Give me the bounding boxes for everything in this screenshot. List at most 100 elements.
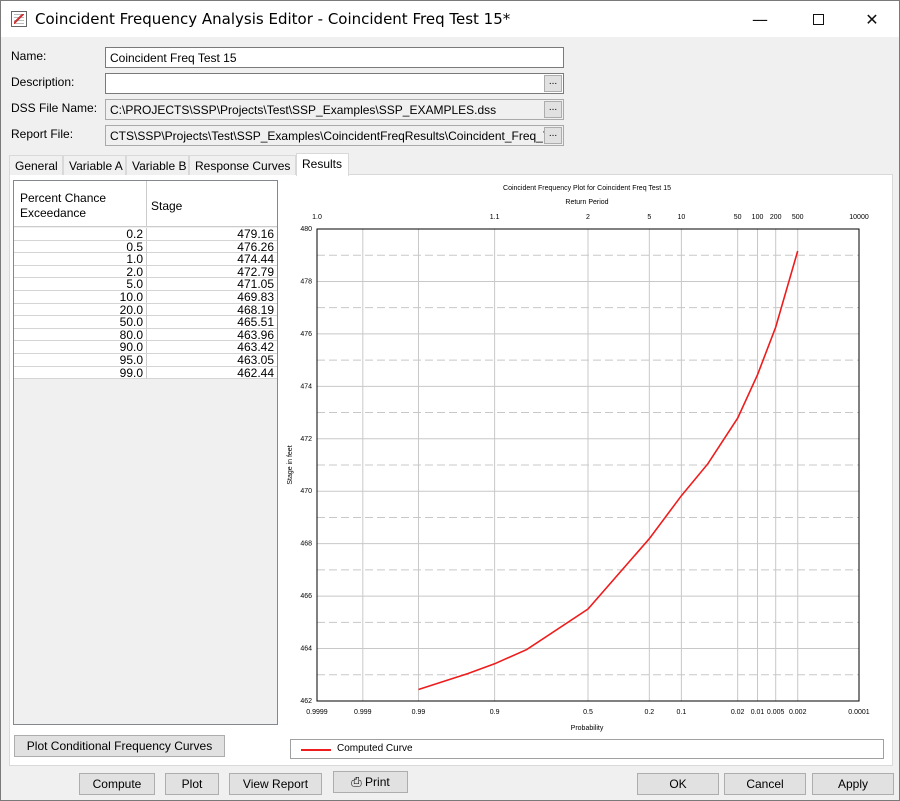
top-tick-label: 50 (734, 214, 742, 221)
view-report-button[interactable]: View Report (229, 773, 322, 795)
name-input[interactable]: Coincident Freq Test 15 (105, 47, 564, 68)
cell-stage[interactable]: 471.05 (147, 278, 277, 290)
x-tick-label: 0.99 (412, 709, 426, 716)
return-period-axis-title: Return Period (565, 199, 608, 206)
x-tick-label: 0.01 (751, 709, 765, 716)
description-input[interactable] (105, 73, 564, 94)
cell-percent-chance[interactable]: 0.5 (14, 240, 147, 253)
top-tick-label: 5 (647, 214, 651, 221)
x-tick-label: 0.2 (644, 709, 654, 716)
results-table[interactable]: Percent Chance Exceedance Stage 0.2 479.1… (13, 180, 278, 725)
cell-percent-chance[interactable]: 1.0 (14, 253, 147, 266)
cell-stage[interactable]: 463.42 (147, 341, 277, 353)
chart-title: Coincident Frequency Plot for Coincident… (503, 185, 671, 192)
table-header: Percent Chance Exceedance Stage (14, 181, 277, 227)
y-tick-label: 476 (300, 331, 312, 338)
top-tick-label: 10 (677, 214, 685, 221)
cell-stage[interactable]: 462.44 (147, 367, 277, 379)
cell-percent-chance[interactable]: 10.0 (14, 291, 147, 303)
report-file-label: Report File: (11, 127, 74, 141)
y-tick-label: 478 (300, 278, 312, 285)
y-tick-label: 464 (300, 646, 312, 653)
cell-stage[interactable]: 474.44 (147, 253, 277, 265)
table-row[interactable]: 95.0 463.05 (14, 354, 277, 367)
x-tick-label: 0.1 (677, 709, 687, 716)
x-axis-title: Probability (571, 725, 604, 732)
x-tick-label: 0.0001 (848, 709, 870, 716)
cell-stage[interactable]: 463.05 (147, 354, 277, 366)
top-tick-label: 1.1 (490, 214, 500, 221)
cell-percent-chance[interactable]: 99.0 (14, 366, 147, 379)
ok-button[interactable]: OK (637, 773, 719, 795)
y-tick-label: 472 (300, 436, 312, 443)
column-header-stage[interactable]: Stage (147, 181, 277, 227)
x-tick-label: 0.999 (354, 709, 372, 716)
cell-percent-chance[interactable]: 5.0 (14, 278, 147, 291)
editor-window: Coincident Frequency Analysis Editor - C… (0, 0, 900, 801)
description-browse-button[interactable]: ... (544, 75, 562, 92)
y-tick-label: 470 (300, 488, 312, 495)
minimize-button[interactable]: — (737, 1, 783, 37)
y-tick-label: 468 (300, 541, 312, 548)
maximize-button[interactable] (795, 1, 841, 37)
cell-percent-chance[interactable]: 2.0 (14, 265, 147, 278)
x-tick-label: 0.9999 (306, 709, 328, 716)
cell-stage[interactable]: 463.96 (147, 329, 277, 341)
x-tick-label: 0.002 (789, 709, 807, 716)
y-tick-label: 474 (300, 383, 312, 390)
close-button[interactable]: ✕ (849, 1, 895, 37)
cell-stage[interactable]: 468.19 (147, 304, 277, 316)
top-tick-label: 1.0 (312, 214, 322, 221)
chart-svg: Coincident Frequency Plot for Coincident… (287, 185, 870, 732)
cell-stage[interactable]: 476.26 (147, 241, 277, 253)
tab-results[interactable]: Results (296, 153, 349, 176)
cell-stage[interactable]: 465.51 (147, 316, 277, 328)
apply-button[interactable]: Apply (812, 773, 894, 795)
y-tick-label: 466 (300, 593, 312, 600)
cell-stage[interactable]: 472.79 (147, 266, 277, 278)
window-title: Coincident Frequency Analysis Editor - C… (35, 10, 511, 28)
cancel-button[interactable]: Cancel (724, 773, 806, 795)
cell-percent-chance[interactable]: 80.0 (14, 328, 147, 341)
table-row[interactable]: 10.0 469.83 (14, 291, 277, 304)
report-file-input[interactable]: CTS\SSP\Projects\Test\SSP_Examples\Coinc… (105, 125, 564, 146)
table-row[interactable]: 0.2 479.16 (14, 228, 277, 241)
plot-conditional-curves-button[interactable]: Plot Conditional Frequency Curves (14, 735, 225, 757)
tab-general[interactable]: General (9, 155, 63, 175)
tab-response-curves[interactable]: Response Curves (189, 155, 296, 175)
cell-stage[interactable]: 479.16 (147, 228, 277, 240)
dss-browse-button[interactable]: ... (544, 101, 562, 118)
top-tick-label: 10000 (849, 214, 869, 221)
frequency-chart: Coincident Frequency Plot for Coincident… (285, 180, 889, 736)
report-browse-button[interactable]: ... (544, 127, 562, 144)
dss-file-input[interactable]: C:\PROJECTS\SSP\Projects\Test\SSP_Exampl… (105, 99, 564, 120)
compute-button[interactable]: Compute (79, 773, 155, 795)
title-bar: Coincident Frequency Analysis Editor - C… (1, 1, 899, 37)
printer-icon: ⎙ (351, 774, 362, 789)
top-tick-label: 100 (752, 214, 764, 221)
column-header-percent-chance[interactable]: Percent Chance Exceedance (14, 181, 147, 227)
print-button[interactable]: ⎙ Print (333, 771, 408, 793)
maximize-icon (812, 13, 824, 25)
x-tick-label: 0.5 (583, 709, 593, 716)
cell-percent-chance[interactable]: 50.0 (14, 316, 147, 329)
cell-percent-chance[interactable]: 95.0 (14, 354, 147, 366)
table-row[interactable]: 1.0 474.44 (14, 253, 277, 266)
cell-stage[interactable]: 469.83 (147, 291, 277, 303)
y-tick-label: 480 (300, 226, 312, 233)
cell-percent-chance[interactable]: 0.2 (14, 228, 147, 240)
table-row[interactable]: 50.0 465.51 (14, 316, 277, 329)
plot-button[interactable]: Plot (165, 773, 219, 795)
cell-percent-chance[interactable]: 90.0 (14, 341, 147, 354)
legend-swatch-computed-curve (301, 749, 331, 751)
dss-file-label: DSS File Name: (11, 101, 98, 115)
series-line-computed-curve (418, 250, 799, 691)
y-tick-label: 462 (300, 698, 312, 705)
tab-variable-b[interactable]: Variable B (126, 155, 189, 175)
top-tick-label: 200 (770, 214, 782, 221)
print-label: Print (365, 775, 390, 789)
tab-variable-a[interactable]: Variable A (63, 155, 126, 175)
cell-percent-chance[interactable]: 20.0 (14, 303, 147, 316)
y-axis-title: Stage in feet (287, 445, 294, 484)
table-row[interactable]: 99.0 462.44 (14, 366, 277, 380)
